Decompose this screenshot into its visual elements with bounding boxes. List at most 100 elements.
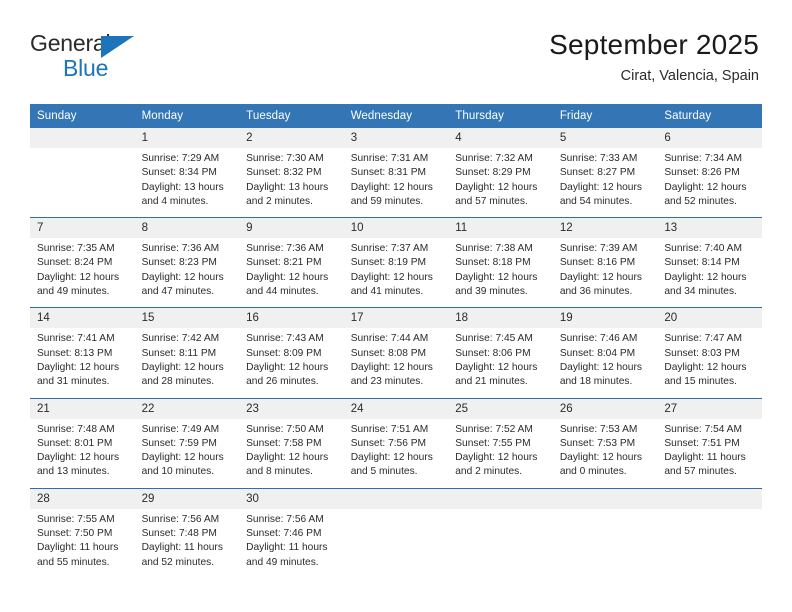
day-number[interactable]: 14 bbox=[30, 307, 135, 329]
day-number[interactable]: 11 bbox=[448, 217, 553, 239]
day-info: Sunrise: 7:29 AM Sunset: 8:34 PM Dayligh… bbox=[141, 153, 224, 207]
day-number[interactable]: 22 bbox=[134, 397, 240, 419]
day-number[interactable]: 30 bbox=[239, 487, 344, 509]
day-number[interactable]: 8 bbox=[134, 217, 240, 239]
day-number bbox=[657, 487, 762, 509]
day-info: Sunrise: 7:56 AM Sunset: 7:46 PM Dayligh… bbox=[246, 513, 328, 568]
day-cell-empty bbox=[448, 508, 553, 578]
day-number[interactable]: 18 bbox=[448, 307, 553, 329]
day-cell[interactable]: Sunrise: 7:37 AM Sunset: 8:19 PM Dayligh… bbox=[343, 238, 449, 308]
calendar-body: 1 2 3 4 5 6 Sunrise: 7:29 AM Sunset: 8:3… bbox=[30, 128, 762, 578]
calendar-page: General Blue September 2025 Cirat, Valen… bbox=[0, 0, 792, 612]
day-number[interactable]: 10 bbox=[343, 217, 449, 239]
day-info: Sunrise: 7:55 AM Sunset: 7:50 PM Dayligh… bbox=[37, 513, 119, 568]
day-cell[interactable]: Sunrise: 7:29 AM Sunset: 8:34 PM Dayligh… bbox=[134, 148, 240, 218]
day-number[interactable]: 26 bbox=[552, 397, 658, 419]
day-number[interactable]: 16 bbox=[239, 307, 344, 329]
day-info: Sunrise: 7:45 AM Sunset: 8:06 PM Dayligh… bbox=[455, 333, 538, 388]
day-cell[interactable]: Sunrise: 7:46 AM Sunset: 8:04 PM Dayligh… bbox=[552, 328, 658, 399]
day-number[interactable]: 3 bbox=[343, 128, 449, 148]
day-number[interactable]: 4 bbox=[448, 128, 553, 148]
day-cell[interactable]: Sunrise: 7:36 AM Sunset: 8:23 PM Dayligh… bbox=[134, 238, 240, 308]
day-number[interactable]: 2 bbox=[239, 128, 344, 148]
day-info: Sunrise: 7:43 AM Sunset: 8:09 PM Dayligh… bbox=[246, 333, 329, 388]
day-cell[interactable]: Sunrise: 7:50 AM Sunset: 7:58 PM Dayligh… bbox=[239, 418, 344, 489]
day-number[interactable]: 20 bbox=[657, 307, 762, 329]
weekday-header-tuesday: Tuesday bbox=[239, 104, 344, 128]
day-cell[interactable]: Sunrise: 7:56 AM Sunset: 7:46 PM Dayligh… bbox=[239, 508, 344, 578]
day-info: Sunrise: 7:49 AM Sunset: 7:59 PM Dayligh… bbox=[141, 423, 224, 478]
day-number[interactable]: 27 bbox=[657, 397, 762, 419]
day-number[interactable]: 6 bbox=[657, 128, 762, 148]
day-info: Sunrise: 7:41 AM Sunset: 8:13 PM Dayligh… bbox=[37, 333, 120, 388]
day-info: Sunrise: 7:54 AM Sunset: 7:51 PM Dayligh… bbox=[664, 423, 746, 478]
day-number[interactable]: 23 bbox=[239, 397, 344, 419]
week-date-row: 7 8 9 10 11 12 13 bbox=[30, 217, 762, 239]
day-cell[interactable]: Sunrise: 7:36 AM Sunset: 8:21 PM Dayligh… bbox=[239, 238, 344, 308]
day-cell-empty bbox=[657, 508, 762, 578]
day-cell[interactable]: Sunrise: 7:32 AM Sunset: 8:29 PM Dayligh… bbox=[448, 148, 553, 218]
day-cell[interactable]: Sunrise: 7:44 AM Sunset: 8:08 PM Dayligh… bbox=[343, 328, 449, 399]
day-cell[interactable]: Sunrise: 7:30 AM Sunset: 8:32 PM Dayligh… bbox=[239, 148, 344, 218]
day-cell[interactable]: Sunrise: 7:52 AM Sunset: 7:55 PM Dayligh… bbox=[448, 418, 553, 489]
day-info: Sunrise: 7:53 AM Sunset: 7:53 PM Dayligh… bbox=[559, 423, 642, 478]
day-cell[interactable]: Sunrise: 7:48 AM Sunset: 8:01 PM Dayligh… bbox=[30, 418, 135, 489]
page-subtitle: Cirat, Valencia, Spain bbox=[620, 68, 759, 84]
title-block: September 2025 Cirat, Valencia, Spain bbox=[549, 28, 759, 86]
day-info: Sunrise: 7:40 AM Sunset: 8:14 PM Dayligh… bbox=[664, 243, 747, 298]
day-cell[interactable]: Sunrise: 7:38 AM Sunset: 8:18 PM Dayligh… bbox=[448, 238, 553, 308]
day-number[interactable]: 17 bbox=[343, 307, 449, 329]
day-info: Sunrise: 7:44 AM Sunset: 8:08 PM Dayligh… bbox=[350, 333, 433, 388]
week-info-row: Sunrise: 7:35 AM Sunset: 8:24 PM Dayligh… bbox=[30, 238, 762, 308]
day-number[interactable]: 15 bbox=[134, 307, 240, 329]
day-cell[interactable]: Sunrise: 7:53 AM Sunset: 7:53 PM Dayligh… bbox=[552, 418, 658, 489]
day-number[interactable]: 21 bbox=[30, 397, 135, 419]
day-info: Sunrise: 7:48 AM Sunset: 8:01 PM Dayligh… bbox=[37, 423, 120, 478]
day-cell[interactable]: Sunrise: 7:55 AM Sunset: 7:50 PM Dayligh… bbox=[30, 508, 135, 578]
day-number bbox=[343, 487, 449, 509]
day-cell[interactable]: Sunrise: 7:47 AM Sunset: 8:03 PM Dayligh… bbox=[657, 328, 762, 399]
day-cell[interactable]: Sunrise: 7:39 AM Sunset: 8:16 PM Dayligh… bbox=[552, 238, 658, 308]
day-cell[interactable]: Sunrise: 7:34 AM Sunset: 8:26 PM Dayligh… bbox=[657, 148, 762, 218]
day-info: Sunrise: 7:51 AM Sunset: 7:56 PM Dayligh… bbox=[350, 423, 433, 478]
day-cell[interactable]: Sunrise: 7:56 AM Sunset: 7:48 PM Dayligh… bbox=[134, 508, 240, 578]
day-cell[interactable]: Sunrise: 7:41 AM Sunset: 8:13 PM Dayligh… bbox=[30, 328, 135, 399]
weekday-header-sunday: Sunday bbox=[30, 104, 135, 128]
brand-name-blue: Blue bbox=[63, 55, 109, 81]
weekday-header-wednesday: Wednesday bbox=[343, 104, 449, 128]
day-cell[interactable]: Sunrise: 7:51 AM Sunset: 7:56 PM Dayligh… bbox=[343, 418, 449, 489]
day-info: Sunrise: 7:46 AM Sunset: 8:04 PM Dayligh… bbox=[559, 333, 642, 388]
day-cell[interactable]: Sunrise: 7:49 AM Sunset: 7:59 PM Dayligh… bbox=[134, 418, 240, 489]
page-header: General Blue September 2025 Cirat, Valen… bbox=[30, 28, 759, 96]
day-cell[interactable]: Sunrise: 7:43 AM Sunset: 8:09 PM Dayligh… bbox=[239, 328, 344, 399]
day-number[interactable]: 24 bbox=[343, 397, 449, 419]
day-number[interactable]: 28 bbox=[30, 487, 135, 509]
day-number[interactable]: 9 bbox=[239, 217, 344, 239]
day-cell[interactable]: Sunrise: 7:33 AM Sunset: 8:27 PM Dayligh… bbox=[552, 148, 658, 218]
day-number[interactable]: 13 bbox=[657, 217, 762, 239]
day-info: Sunrise: 7:38 AM Sunset: 8:18 PM Dayligh… bbox=[455, 243, 538, 298]
day-cell[interactable]: Sunrise: 7:42 AM Sunset: 8:11 PM Dayligh… bbox=[134, 328, 240, 399]
day-number[interactable]: 7 bbox=[30, 217, 135, 239]
day-info: Sunrise: 7:52 AM Sunset: 7:55 PM Dayligh… bbox=[455, 423, 538, 478]
day-cell-empty bbox=[30, 148, 135, 218]
day-info: Sunrise: 7:30 AM Sunset: 8:32 PM Dayligh… bbox=[246, 153, 329, 207]
day-number[interactable]: 25 bbox=[448, 397, 553, 419]
day-number[interactable]: 1 bbox=[134, 128, 240, 148]
day-info: Sunrise: 7:37 AM Sunset: 8:19 PM Dayligh… bbox=[350, 243, 433, 298]
calendar-header-row: Sunday Monday Tuesday Wednesday Thursday… bbox=[30, 104, 762, 128]
day-number[interactable]: 5 bbox=[552, 128, 658, 148]
day-cell[interactable]: Sunrise: 7:35 AM Sunset: 8:24 PM Dayligh… bbox=[30, 238, 135, 308]
day-cell[interactable]: Sunrise: 7:45 AM Sunset: 8:06 PM Dayligh… bbox=[448, 328, 553, 399]
day-number[interactable]: 19 bbox=[552, 307, 658, 329]
day-cell[interactable]: Sunrise: 7:31 AM Sunset: 8:31 PM Dayligh… bbox=[343, 148, 449, 218]
week-date-row: 28 29 30 bbox=[30, 487, 762, 509]
day-number[interactable]: 29 bbox=[134, 487, 240, 509]
day-number bbox=[552, 487, 658, 509]
week-info-row: Sunrise: 7:41 AM Sunset: 8:13 PM Dayligh… bbox=[30, 328, 762, 399]
brand-logo[interactable]: General Blue bbox=[30, 30, 160, 88]
day-info: Sunrise: 7:33 AM Sunset: 8:27 PM Dayligh… bbox=[559, 153, 642, 207]
day-number[interactable]: 12 bbox=[552, 217, 658, 239]
day-cell[interactable]: Sunrise: 7:54 AM Sunset: 7:51 PM Dayligh… bbox=[657, 418, 762, 489]
day-cell[interactable]: Sunrise: 7:40 AM Sunset: 8:14 PM Dayligh… bbox=[657, 238, 762, 308]
